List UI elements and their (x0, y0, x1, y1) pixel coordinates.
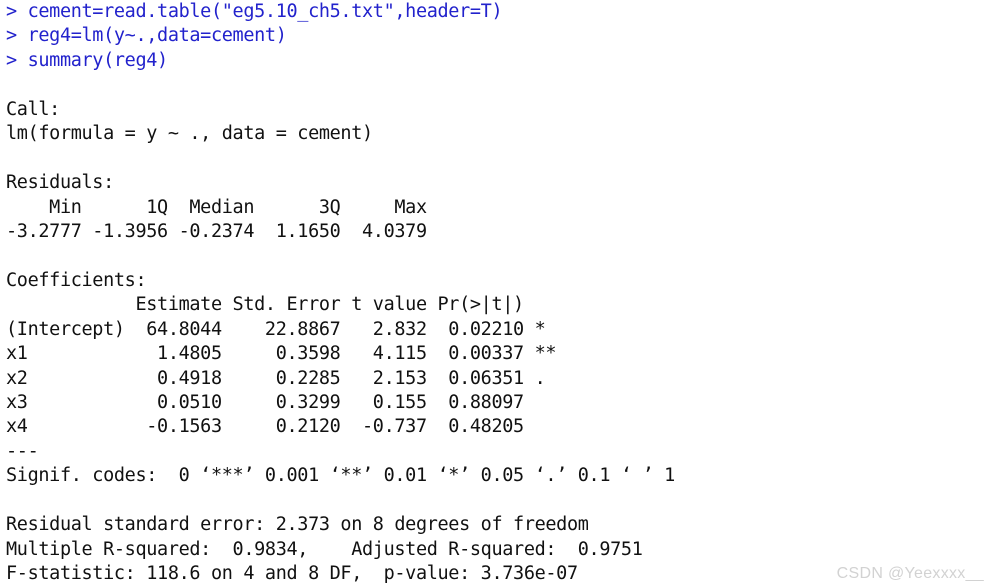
console-output-line: Coefficients: (6, 269, 147, 291)
console-output-line: x4 -0.1563 0.2120 -0.737 0.48205 (6, 416, 524, 438)
console-output-line: Multiple R-squared: 0.9834, Adjusted R-s… (6, 538, 643, 560)
console-output-line: Min 1Q Median 3Q Max (6, 196, 427, 218)
r-console-output[interactable]: > cement=read.table("eg5.10_ch5.txt",hea… (0, 0, 992, 587)
console-command-line: > cement=read.table("eg5.10_ch5.txt",hea… (6, 1, 503, 22)
console-output-line: x3 0.0510 0.3299 0.155 0.88097 (6, 392, 524, 413)
console-command-line: > summary(reg4) (6, 49, 168, 71)
csdn-watermark: CSDN @Yeexxxx__ (836, 565, 984, 582)
console-output-line: (Intercept) 64.8044 22.8867 2.832 0.0221… (6, 318, 546, 340)
console-output-line: x1 1.4805 0.3598 4.115 0.00337 ** (6, 343, 557, 365)
console-output-line: Residual standard error: 2.373 on 8 degr… (6, 514, 589, 536)
console-output-line: --- (6, 440, 39, 462)
console-line-list: > cement=read.table("eg5.10_ch5.txt",hea… (0, 0, 992, 587)
console-command-line: > reg4=lm(y~.,data=cement) (6, 25, 287, 47)
console-output-line: Signif. codes: 0 ‘***’ 0.001 ‘**’ 0.01 ‘… (6, 465, 675, 487)
console-output-line: Call: (6, 98, 60, 120)
console-output-line: lm(formula = y ~ ., data = cement) (6, 123, 373, 145)
console-output-line: x2 0.4918 0.2285 2.153 0.06351 . (6, 367, 546, 389)
console-output-line: Estimate Std. Error t value Pr(>|t|) (6, 294, 524, 316)
console-output-line: -3.2777 -1.3956 -0.2374 1.1650 4.0379 (6, 220, 427, 242)
console-output-line: Residuals: (6, 172, 114, 194)
